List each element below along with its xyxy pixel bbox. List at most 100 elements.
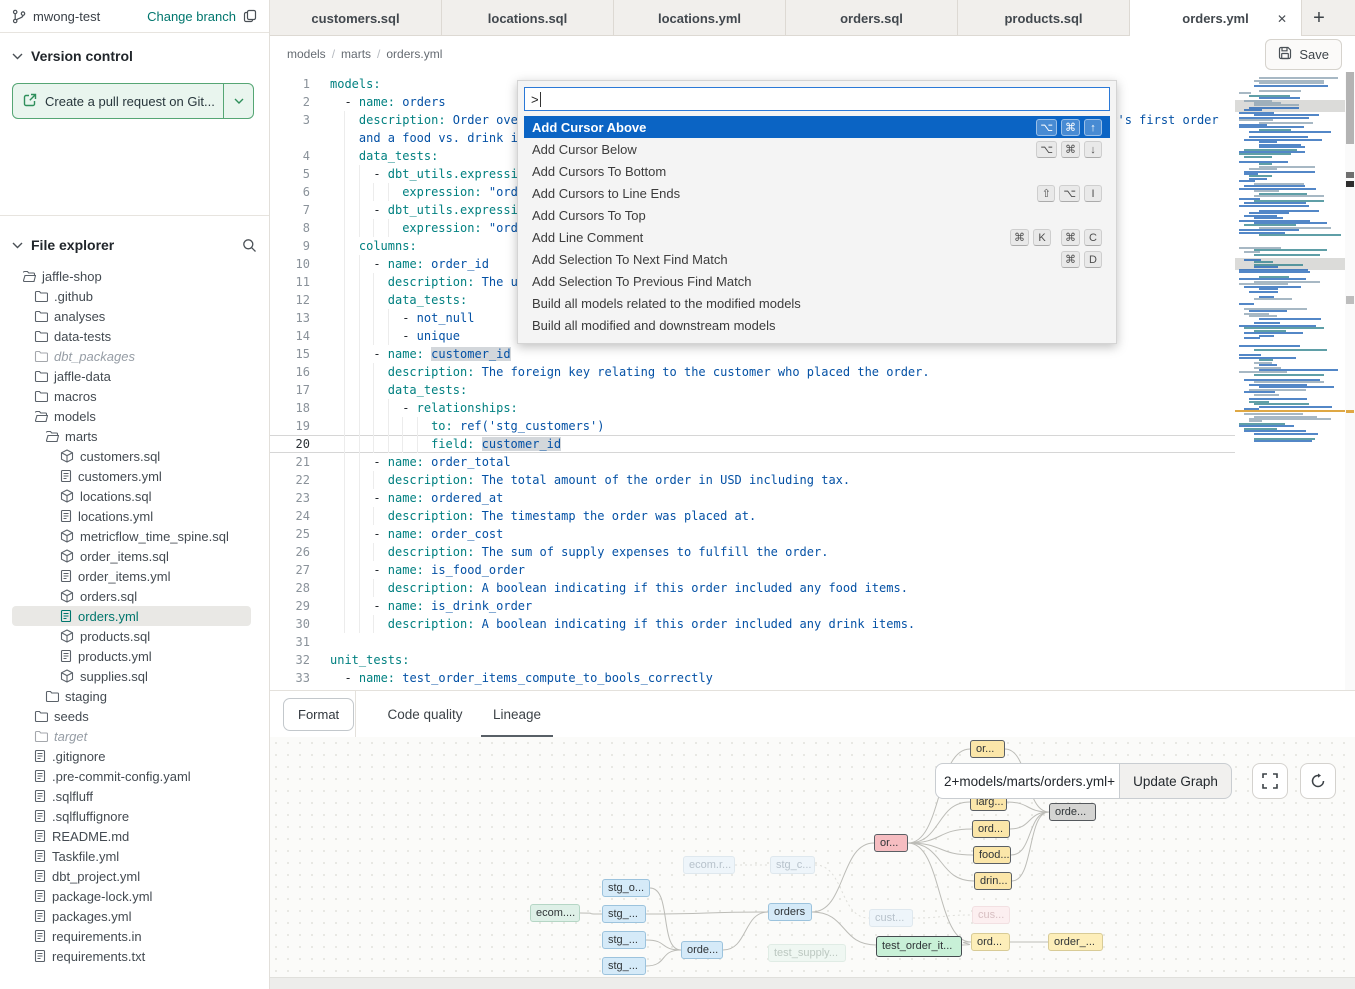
tab-orders.sql[interactable]: orders.sql: [786, 0, 958, 36]
update-graph-button[interactable]: Update Graph: [1119, 763, 1232, 799]
command-item[interactable]: Add Line Comment⌘K⌘C: [524, 226, 1110, 248]
code-line-29[interactable]: 29- name: is_drink_order: [270, 597, 1235, 615]
change-branch-link[interactable]: Change branch: [147, 9, 236, 24]
tree-item-.sqlfluffignore[interactable]: .sqlfluffignore: [12, 806, 251, 826]
lineage-node-orde[interactable]: orde...: [1049, 803, 1096, 821]
tab-products.sql[interactable]: products.sql: [958, 0, 1130, 36]
tree-item-requirements.in[interactable]: requirements.in: [12, 926, 251, 946]
lineage-node-stg_[interactable]: stg_...: [602, 905, 646, 923]
code-line-21[interactable]: 21- name: order_total: [270, 453, 1235, 471]
tab-customers.sql[interactable]: customers.sql: [270, 0, 442, 36]
tree-item-customers.sql[interactable]: customers.sql: [12, 446, 251, 466]
command-item[interactable]: Add Cursor Below⌥⌘↓: [524, 138, 1110, 160]
lineage-node-stg_[interactable]: stg_...: [602, 931, 646, 949]
tree-item-marts[interactable]: marts: [12, 426, 251, 446]
fullscreen-button[interactable]: [1252, 763, 1288, 799]
code-line-32[interactable]: 32unit_tests:: [270, 651, 1235, 669]
code-line-33[interactable]: 33- name: test_order_items_compute_to_bo…: [270, 669, 1235, 687]
code-line-17[interactable]: 17data_tests:: [270, 381, 1235, 399]
lineage-node-orders[interactable]: orders: [768, 903, 812, 921]
lineage-node-stg_[interactable]: stg_...: [602, 957, 646, 975]
lineage-node-test_supply[interactable]: test_supply...: [768, 944, 846, 962]
tree-item-locations.sql[interactable]: locations.sql: [12, 486, 251, 506]
tree-item-.gitignore[interactable]: .gitignore: [12, 746, 251, 766]
tree-item-.pre-commit-config.yaml[interactable]: .pre-commit-config.yaml: [12, 766, 251, 786]
code-line-20[interactable]: 20field: customer_id: [270, 435, 1235, 453]
bottom-tab-Lineage[interactable]: Lineage: [481, 691, 553, 738]
lineage-node-drin[interactable]: drin...: [974, 872, 1012, 890]
code-line-25[interactable]: 25- name: order_cost: [270, 525, 1235, 543]
code-line-31[interactable]: 31: [270, 633, 1235, 651]
tree-item-order_items.yml[interactable]: order_items.yml: [12, 566, 251, 586]
code-line-24[interactable]: 24description: The timestamp the order w…: [270, 507, 1235, 525]
command-item[interactable]: Add Selection To Next Find Match⌘D: [524, 248, 1110, 270]
tree-item-README.md[interactable]: README.md: [12, 826, 251, 846]
tree-item-dbt_packages[interactable]: dbt_packages: [12, 346, 251, 366]
create-pr-button[interactable]: Create a pull request on Git...: [12, 83, 254, 119]
command-item[interactable]: Add Selection To Previous Find Match: [524, 270, 1110, 292]
pr-dropdown-caret[interactable]: [223, 84, 253, 118]
minimap[interactable]: [1235, 72, 1345, 690]
close-icon[interactable]: ✕: [1277, 12, 1287, 26]
code-line-15[interactable]: 15- name: customer_id: [270, 345, 1235, 363]
code-line-22[interactable]: 22description: The total amount of the o…: [270, 471, 1235, 489]
code-line-19[interactable]: 19to: ref('stg_customers'): [270, 417, 1235, 435]
tree-item-packages.yml[interactable]: packages.yml: [12, 906, 251, 926]
code-line-23[interactable]: 23- name: ordered_at: [270, 489, 1235, 507]
tree-item-products.sql[interactable]: products.sql: [12, 626, 251, 646]
lineage-node-stg_o[interactable]: stg_o...: [602, 879, 650, 897]
lineage-node-orde[interactable]: orde...: [681, 941, 723, 959]
copy-icon[interactable]: [243, 9, 257, 23]
command-item[interactable]: Add Cursor Above⌥⌘↑: [524, 116, 1110, 138]
lineage-node-cus[interactable]: cus...: [972, 906, 1010, 924]
save-button[interactable]: Save: [1265, 39, 1342, 70]
tree-item-analyses[interactable]: analyses: [12, 306, 251, 326]
lineage-filter-input[interactable]: 2+models/marts/orders.yml+: [935, 763, 1120, 799]
tree-item-requirements.txt[interactable]: requirements.txt: [12, 946, 251, 966]
tree-item-staging[interactable]: staging: [12, 686, 251, 706]
command-item[interactable]: Add Cursors To Top: [524, 204, 1110, 226]
command-palette-input[interactable]: >: [524, 87, 1110, 111]
tree-item-locations.yml[interactable]: locations.yml: [12, 506, 251, 526]
code-line-27[interactable]: 27- name: is_food_order: [270, 561, 1235, 579]
command-item[interactable]: Build all models related to the modified…: [524, 292, 1110, 314]
command-item[interactable]: Build all modified and downstream models: [524, 314, 1110, 336]
lineage-node-ecomr[interactable]: ecom.r...: [683, 856, 735, 874]
tree-item-dbt_project.yml[interactable]: dbt_project.yml: [12, 866, 251, 886]
refresh-button[interactable]: [1300, 763, 1336, 799]
code-line-30[interactable]: 30description: A boolean indicating if t…: [270, 615, 1235, 633]
tab-locations.yml[interactable]: locations.yml: [614, 0, 786, 36]
lineage-node-stg_c[interactable]: stg_c...: [770, 856, 815, 874]
tree-item-.github[interactable]: .github: [12, 286, 251, 306]
tree-item-order_items.sql[interactable]: order_items.sql: [12, 546, 251, 566]
tree-item-products.yml[interactable]: products.yml: [12, 646, 251, 666]
lineage-node-food[interactable]: food...: [973, 846, 1011, 864]
format-button[interactable]: Format: [283, 698, 354, 731]
scrollbar-thumb[interactable]: [1346, 72, 1354, 144]
breadcrumb-item[interactable]: orders.yml: [386, 47, 442, 61]
search-icon[interactable]: [242, 238, 257, 253]
lineage-node-test_order_it[interactable]: test_order_it...: [876, 936, 962, 957]
file-explorer-header[interactable]: File explorer: [12, 232, 257, 258]
tree-item-seeds[interactable]: seeds: [12, 706, 251, 726]
lineage-scroll-track[interactable]: [270, 977, 1355, 989]
code-line-16[interactable]: 16description: The foreign key relating …: [270, 363, 1235, 381]
breadcrumb-item[interactable]: marts: [341, 47, 371, 61]
lineage-node-or[interactable]: or...: [874, 834, 908, 852]
code-line-26[interactable]: 26description: The sum of supply expense…: [270, 543, 1235, 561]
tree-item-target[interactable]: target: [12, 726, 251, 746]
tree-item-supplies.sql[interactable]: supplies.sql: [12, 666, 251, 686]
editor-scrollbar[interactable]: [1345, 72, 1355, 690]
tab-orders.yml[interactable]: orders.yml✕: [1130, 0, 1302, 37]
tree-item-Taskfile.yml[interactable]: Taskfile.yml: [12, 846, 251, 866]
tree-item-.sqlfluff[interactable]: .sqlfluff: [12, 786, 251, 806]
lineage-node-ecom[interactable]: ecom....: [530, 904, 580, 922]
version-control-header[interactable]: Version control: [12, 43, 257, 69]
tree-item-jaffle-data[interactable]: jaffle-data: [12, 366, 251, 386]
lineage-node-ord[interactable]: ord...: [972, 820, 1010, 838]
tree-item-metricflow_time_spine.sql[interactable]: metricflow_time_spine.sql: [12, 526, 251, 546]
tree-item-orders.yml[interactable]: orders.yml: [12, 606, 251, 626]
lineage-node-cust[interactable]: cust...: [869, 909, 913, 927]
lineage-node-order_[interactable]: order_...: [1048, 933, 1103, 951]
tree-item-data-tests[interactable]: data-tests: [12, 326, 251, 346]
